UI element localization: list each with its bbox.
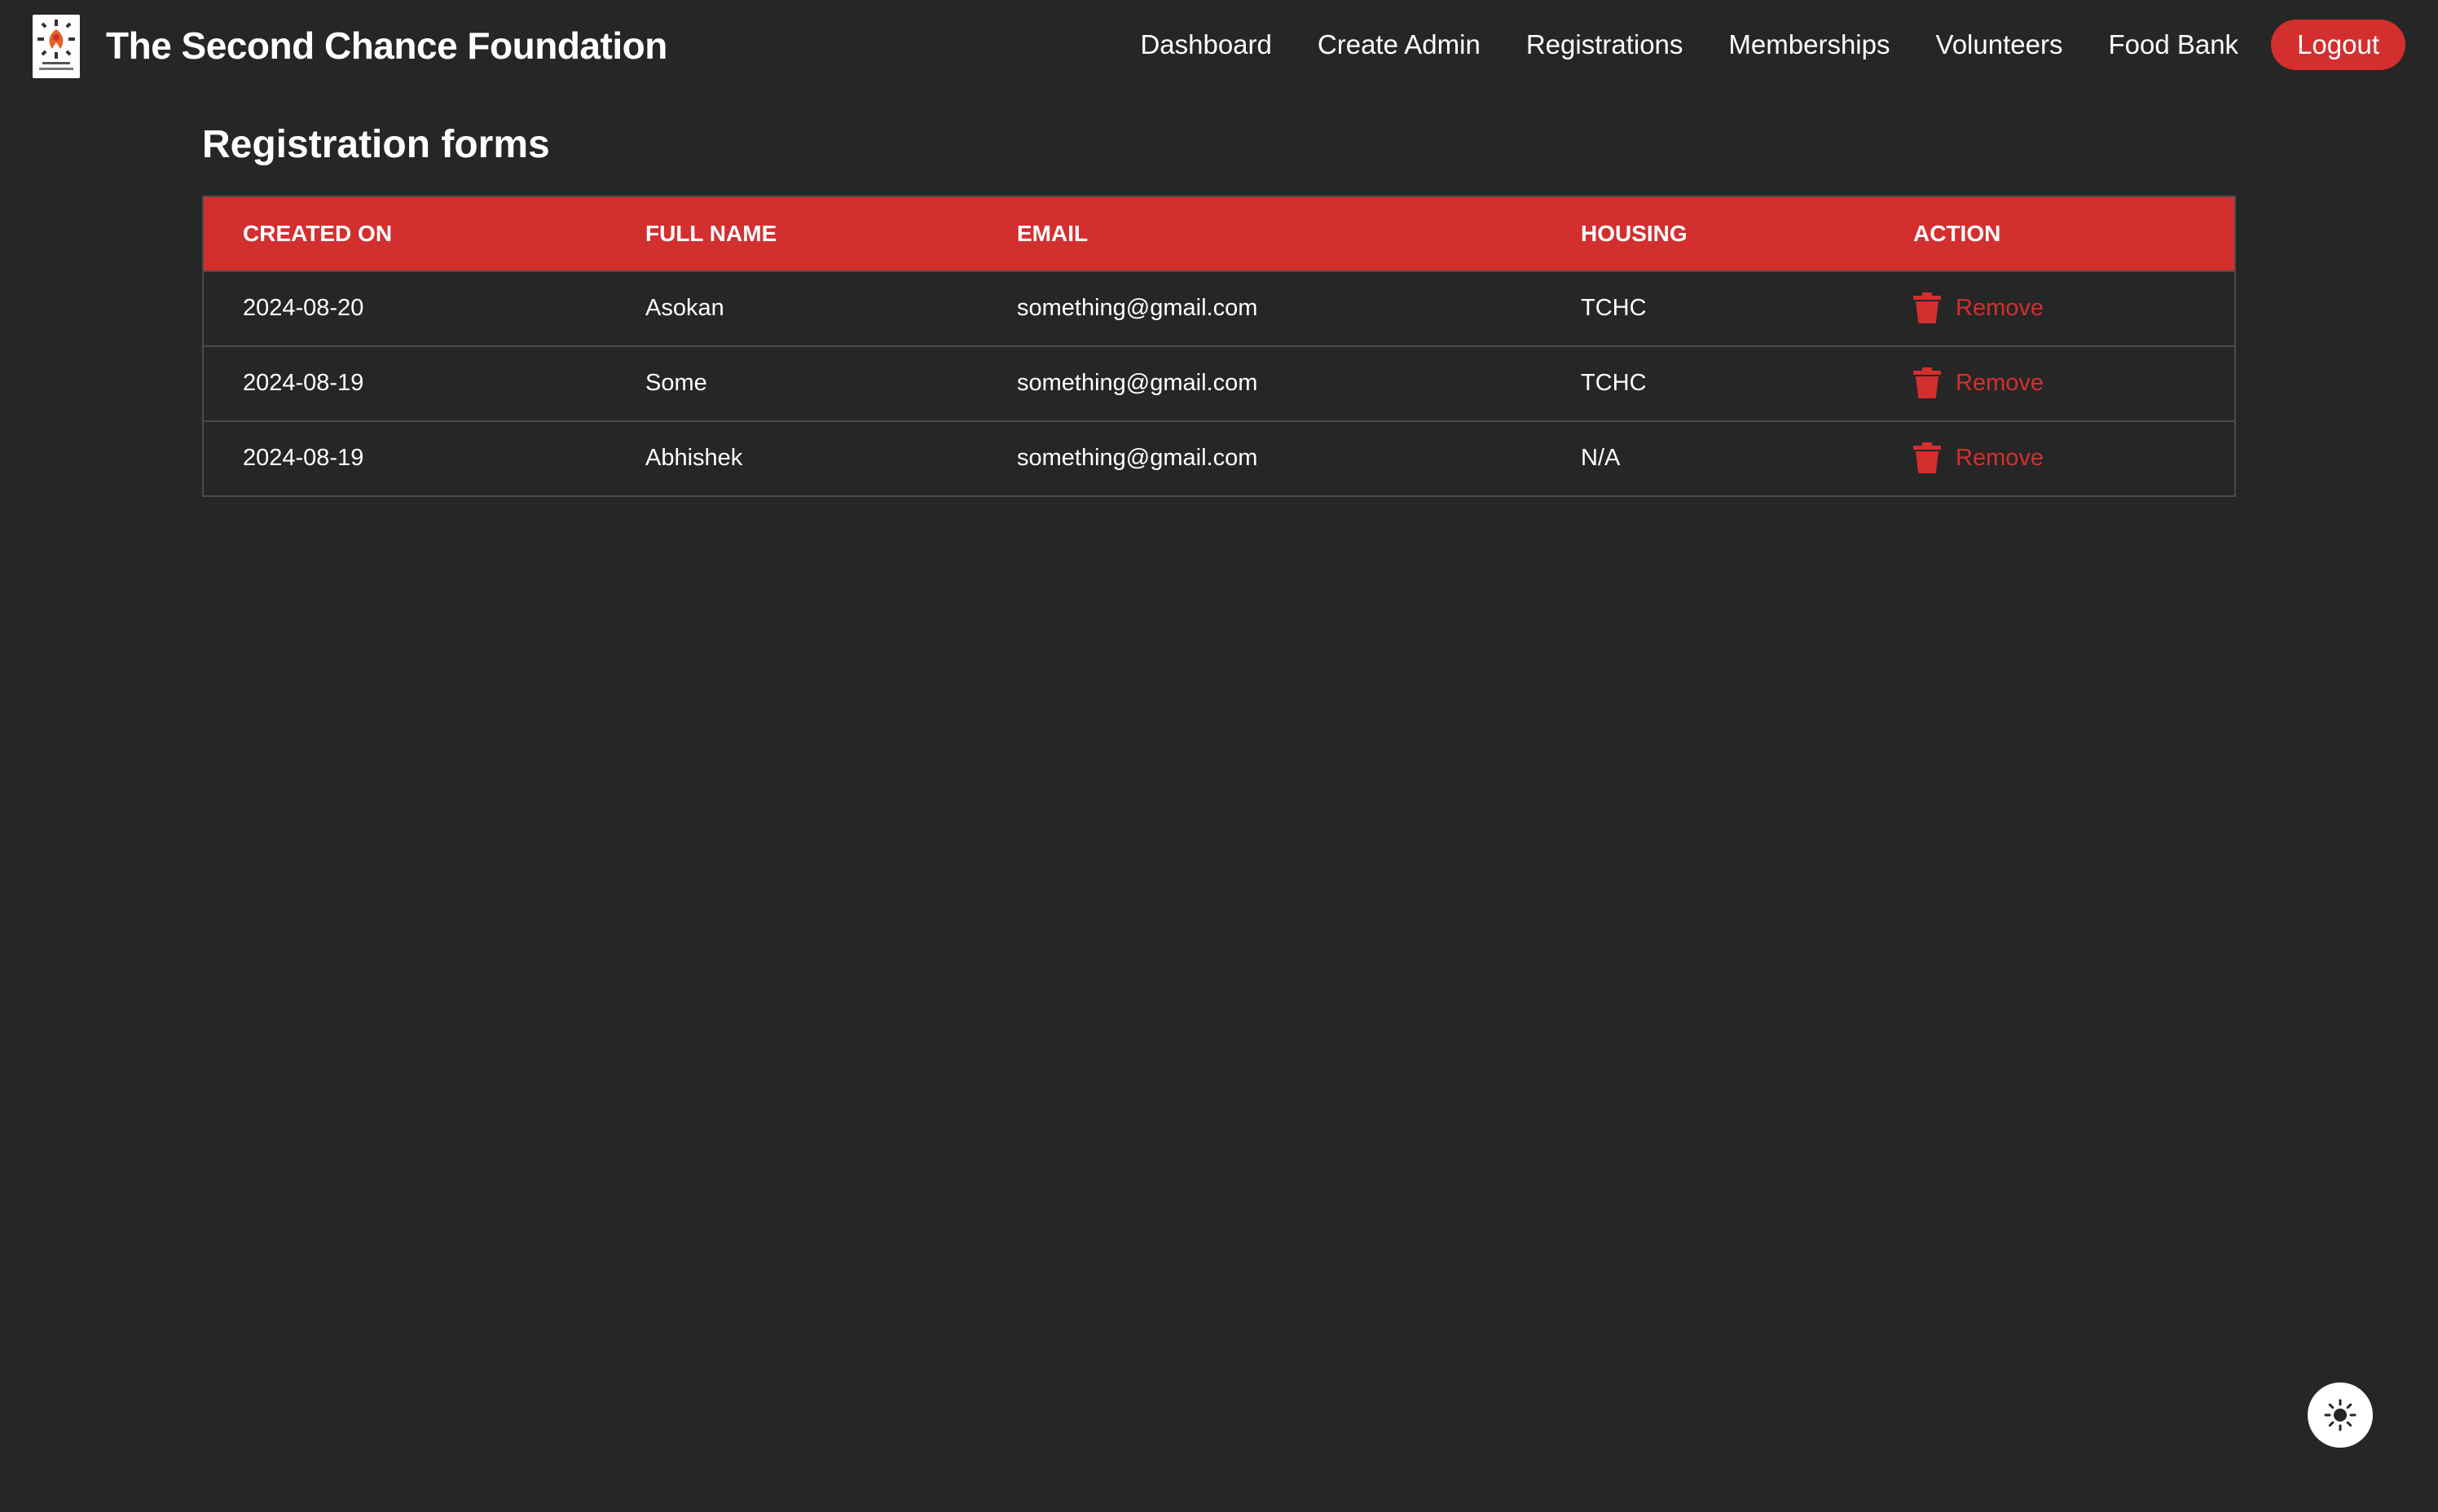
- cell-email: something@gmail.com: [1017, 445, 1258, 471]
- navbar: The Second Chance Foundation Dashboard C…: [0, 0, 2438, 91]
- cell-email: something@gmail.com: [1017, 295, 1258, 321]
- nav-link-memberships[interactable]: Memberships: [1728, 29, 1890, 60]
- trash-icon: [1913, 442, 1941, 473]
- nav-link-volunteers[interactable]: Volunteers: [1936, 29, 2063, 60]
- cell-created-on: 2024-08-19: [243, 445, 364, 471]
- cell-full-name: Some: [645, 370, 707, 396]
- nav-link-dashboard[interactable]: Dashboard: [1140, 29, 1271, 60]
- logout-button[interactable]: Logout: [2271, 20, 2405, 70]
- registrations-table: CREATED ON FULL NAME EMAIL HOUSING ACTIO…: [202, 196, 2236, 497]
- column-header-action: ACTION: [1913, 221, 2001, 246]
- column-header-housing: HOUSING: [1581, 221, 1688, 246]
- remove-button[interactable]: Remove: [1913, 347, 2044, 419]
- page-title: Registration forms: [202, 123, 550, 166]
- nav-link-create-admin[interactable]: Create Admin: [1318, 29, 1481, 60]
- cell-email: something@gmail.com: [1017, 370, 1258, 396]
- theme-toggle-button[interactable]: [2308, 1382, 2373, 1448]
- cell-full-name: Asokan: [645, 295, 724, 321]
- trash-icon: [1913, 292, 1941, 323]
- cell-housing: TCHC: [1581, 370, 1647, 396]
- remove-label: Remove: [1956, 294, 2044, 321]
- remove-label: Remove: [1956, 444, 2044, 471]
- nav-link-food-bank[interactable]: Food Bank: [2108, 29, 2238, 60]
- column-header-created-on: CREATED ON: [243, 221, 393, 246]
- trash-icon: [1913, 367, 1941, 398]
- remove-label: Remove: [1956, 369, 2044, 396]
- sun-icon: [2324, 1399, 2357, 1431]
- table-header: CREATED ON FULL NAME EMAIL HOUSING ACTIO…: [204, 197, 2234, 270]
- foundation-logo-icon[interactable]: [33, 15, 80, 78]
- table-row: 2024-08-20 Asokan something@gmail.com TC…: [204, 270, 2234, 345]
- main-navigation: Dashboard Create Admin Registrations Mem…: [1140, 20, 2405, 70]
- column-header-email: EMAIL: [1017, 221, 1089, 246]
- cell-created-on: 2024-08-19: [243, 370, 364, 396]
- cell-housing: TCHC: [1581, 295, 1647, 321]
- table-row: 2024-08-19 Abhishek something@gmail.com …: [204, 420, 2234, 495]
- cell-housing: N/A: [1581, 445, 1621, 471]
- nav-link-registrations[interactable]: Registrations: [1526, 29, 1683, 60]
- site-title[interactable]: The Second Chance Foundation: [106, 23, 667, 68]
- column-header-full-name: FULL NAME: [645, 221, 777, 246]
- remove-button[interactable]: Remove: [1913, 422, 2044, 494]
- cell-full-name: Abhishek: [645, 445, 743, 471]
- remove-button[interactable]: Remove: [1913, 272, 2044, 344]
- table-row: 2024-08-19 Some something@gmail.com TCHC…: [204, 345, 2234, 420]
- cell-created-on: 2024-08-20: [243, 295, 364, 321]
